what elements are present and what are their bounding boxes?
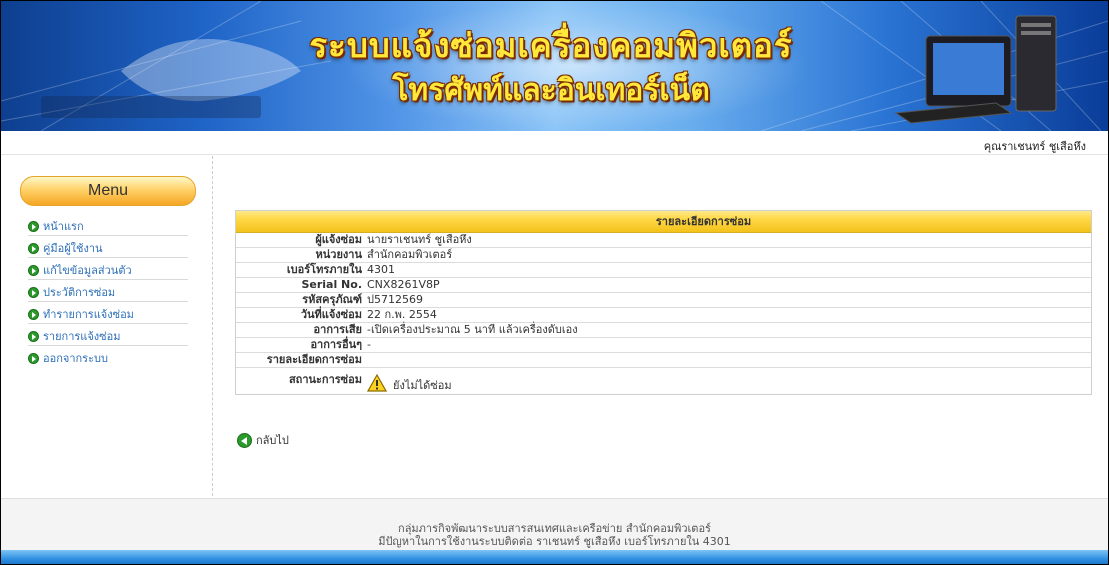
detail-row: รหัสครุภัณฑ์ ป5712569	[236, 293, 1091, 308]
row-label: Serial No.	[301, 278, 362, 291]
footer-line2: มีปัญหาในการใช้งานระบบติดต่อ ราเชนทร์ ชู…	[378, 535, 731, 548]
detail-title: รายละเอียดการซ่อม	[236, 211, 1091, 233]
detail-row: Serial No. CNX8261V8P	[236, 278, 1091, 293]
detail-row: ผู้แจ้งซ่อม นายราเชนทร์ ชูเสือหึง	[236, 233, 1091, 248]
header-banner: ระบบแจ้งซ่อมเครื่องคอมพิวเตอร์ โทรศัพท์แ…	[1, 1, 1108, 131]
sidebar-item-edit-profile[interactable]: แก้ไขข้อมูลส่วนตัว	[28, 258, 188, 280]
banner-title-line2: โทรศัพท์และอินเทอร์เน็ต	[392, 73, 710, 108]
user-name: คุณราเชนทร์ ชูเสือหึง	[983, 140, 1086, 153]
detail-row: หน่วยงาน สำนักคอมพิวเตอร์	[236, 248, 1091, 263]
back-arrow-icon[interactable]	[237, 432, 252, 448]
sidebar-item-label[interactable]: คู่มือผู้ใช้งาน	[43, 242, 103, 255]
detail-row: รายละเอียดการซ่อม	[236, 353, 1091, 368]
banner-title-line1: ระบบแจ้งซ่อมเครื่องคอมพิวเตอร์	[309, 26, 793, 65]
sidebar-item-new-request[interactable]: ทำรายการแจ้งซ่อม	[28, 302, 188, 324]
row-value: สำนักคอมพิวเตอร์	[367, 248, 453, 261]
row-label: เบอร์โทรภายใน	[286, 263, 362, 276]
sidebar-item-logout[interactable]: ออกจากระบบ	[28, 346, 188, 368]
warning-icon	[366, 373, 388, 392]
detail-row: อาการอื่นๆ -	[236, 338, 1091, 353]
row-label: รหัสครุภัณฑ์	[302, 293, 362, 306]
sidebar-item-repair-history[interactable]: ประวัติการซ่อม	[28, 280, 188, 302]
detail-row: อาการเสีย -เปิดเครื่องประมาณ 5 นาที แล้วเ…	[236, 323, 1091, 338]
arrow-right-icon	[28, 243, 39, 254]
sidebar-item-home[interactable]: หน้าแรก	[28, 214, 188, 236]
row-value: 22 ก.พ. 2554	[367, 308, 437, 321]
sidebar-item-label[interactable]: หน้าแรก	[43, 220, 84, 233]
sidebar-item-request-list[interactable]: รายการแจ้งซ่อม	[28, 324, 188, 346]
sidebar: Menu หน้าแรก คู่มือผู้ใช้งาน แก้ไขข้อมูล…	[1, 156, 213, 496]
sidebar-item-label[interactable]: ออกจากระบบ	[43, 352, 108, 365]
status-label: สถานะการซ่อม	[288, 373, 362, 386]
sidebar-item-label[interactable]: รายการแจ้งซ่อม	[43, 330, 121, 343]
status-text: ยังไม่ได้ซ่อม	[393, 379, 452, 392]
status-row: สถานะการซ่อม ยังไม่ได้ซ่อม	[236, 368, 1091, 394]
row-label: ผู้แจ้งซ่อม	[315, 233, 362, 246]
sidebar-item-label[interactable]: ประวัติการซ่อม	[43, 286, 115, 299]
footer: กลุ่มภารกิจพัฒนาระบบสารสนเทศและเครือข่าย…	[1, 498, 1108, 550]
row-value: ป5712569	[367, 293, 423, 306]
row-value: -เปิดเครื่องประมาณ 5 นาที แล้วเครื่องดับ…	[367, 323, 578, 336]
arrow-right-icon	[28, 287, 39, 298]
row-label: อาการเสีย	[313, 323, 362, 336]
sidebar-menu: หน้าแรก คู่มือผู้ใช้งาน แก้ไขข้อมูลส่วนต…	[28, 214, 188, 368]
arrow-right-icon	[28, 265, 39, 276]
row-label: วันที่แจ้งซ่อม	[300, 308, 362, 321]
sidebar-item-label[interactable]: แก้ไขข้อมูลส่วนตัว	[43, 264, 132, 277]
page: ระบบแจ้งซ่อมเครื่องคอมพิวเตอร์ โทรศัพท์แ…	[0, 0, 1109, 565]
sidebar-item-manual[interactable]: คู่มือผู้ใช้งาน	[28, 236, 188, 258]
arrow-right-icon	[28, 221, 39, 232]
row-value: CNX8261V8P	[367, 278, 440, 291]
arrow-right-icon	[28, 353, 39, 364]
status-value: ยังไม่ได้ซ่อม	[366, 372, 452, 393]
detail-row: วันที่แจ้งซ่อม 22 ก.พ. 2554	[236, 308, 1091, 323]
row-value: นายราเชนทร์ ชูเสือหึง	[367, 233, 472, 246]
back-link-label[interactable]: กลับไป	[256, 431, 289, 449]
row-label: รายละเอียดการซ่อม	[266, 353, 362, 366]
footer-bar	[1, 550, 1108, 564]
menu-title: Menu	[20, 176, 196, 206]
arrow-right-icon	[28, 331, 39, 342]
arrow-right-icon	[28, 309, 39, 320]
user-strip: คุณราเชนทร์ ชูเสือหึง	[1, 131, 1108, 155]
repair-detail-table: รายละเอียดการซ่อม ผู้แจ้งซ่อม นายราเชนทร์…	[235, 210, 1092, 395]
row-value: -	[367, 338, 371, 351]
back-link[interactable]: กลับไป	[237, 431, 289, 449]
sidebar-item-label[interactable]: ทำรายการแจ้งซ่อม	[43, 308, 134, 321]
row-label: อาการอื่นๆ	[310, 338, 362, 351]
detail-row: เบอร์โทรภายใน 4301	[236, 263, 1091, 278]
row-value: 4301	[367, 263, 395, 276]
row-label: หน่วยงาน	[315, 248, 362, 261]
